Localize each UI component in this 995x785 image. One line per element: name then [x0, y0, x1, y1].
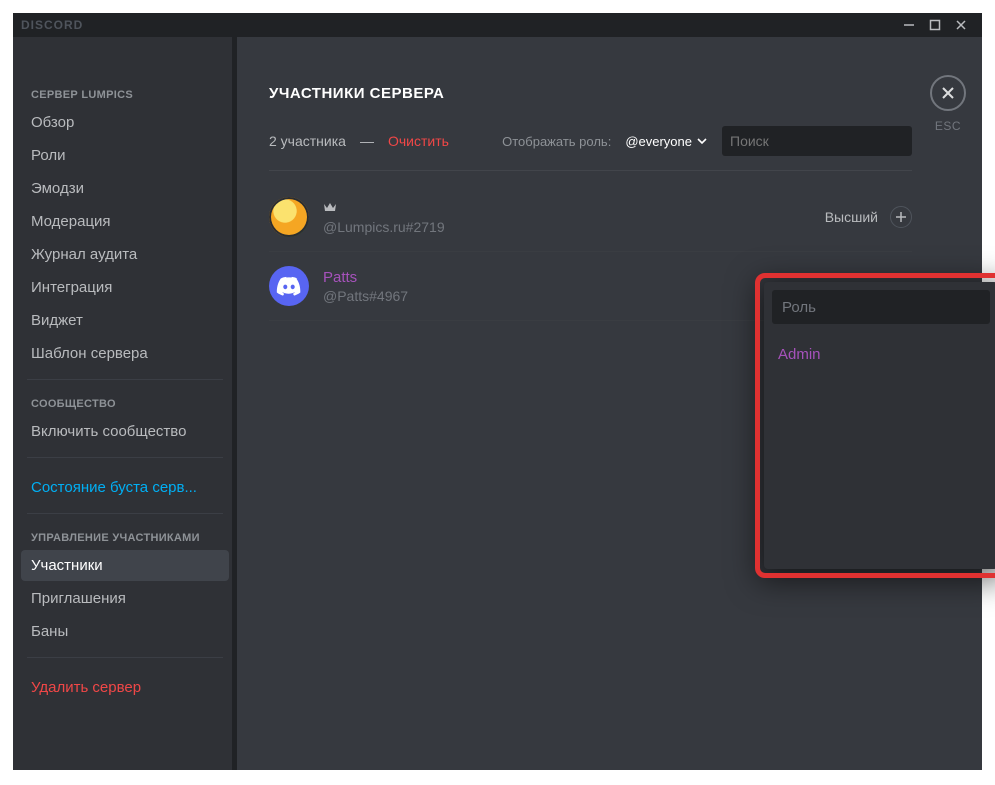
settings-content: УЧАСТНИКИ СЕРВЕРА 2 участника — Очистить…: [237, 37, 982, 770]
add-role-button[interactable]: [890, 206, 912, 228]
member-search[interactable]: [722, 126, 912, 156]
sidebar-item-enable-community[interactable]: Включить сообщество: [21, 416, 229, 447]
role-popout: Admin: [764, 282, 995, 569]
avatar: [269, 197, 309, 237]
role-popout-search-input[interactable]: [782, 299, 981, 316]
avatar: [269, 266, 309, 306]
sidebar-item-roles[interactable]: Роли: [21, 140, 229, 171]
sidebar-item-widget[interactable]: Виджет: [21, 305, 229, 336]
esc-label: ESC: [935, 119, 961, 133]
page-title: УЧАСТНИКИ СЕРВЕРА: [269, 85, 912, 102]
window-close-button[interactable]: [948, 15, 974, 35]
sidebar-item-boost-status[interactable]: Состояние буста серв...: [21, 472, 229, 503]
server-owner-crown-icon: [323, 200, 337, 217]
role-option-admin[interactable]: Admin: [764, 338, 995, 371]
member-count: 2 участника: [269, 133, 346, 149]
sidebar-item-emoji[interactable]: Эмодзи: [21, 173, 229, 204]
sidebar-item-integrations[interactable]: Интеграция: [21, 272, 229, 303]
member-display-name: Patts: [323, 269, 357, 286]
sidebar-item-invites[interactable]: Приглашения: [21, 583, 229, 614]
role-filter-label: Отображать роль:: [502, 134, 611, 149]
annotation-highlight: Admin: [755, 273, 995, 578]
role-popout-list: Admin: [764, 332, 995, 569]
sidebar-header-server: СЕРВЕР LUMPICS: [21, 85, 229, 107]
role-filter-dropdown[interactable]: @everyone: [625, 134, 708, 149]
plus-icon: [895, 211, 907, 223]
window-minimize-button[interactable]: [896, 15, 922, 35]
member-search-input[interactable]: [730, 133, 911, 149]
window-maximize-button[interactable]: [922, 15, 948, 35]
settings-sidebar: СЕРВЕР LUMPICS Обзор Роли Эмодзи Модерац…: [13, 37, 237, 770]
member-tag: @Lumpics.ru#2719: [323, 219, 543, 235]
sidebar-header-community: СООБЩЕСТВО: [21, 394, 229, 416]
prune-link[interactable]: Очистить: [388, 133, 449, 149]
sidebar-item-members[interactable]: Участники: [21, 550, 229, 581]
brand-wordmark: DISCORD: [21, 18, 83, 32]
close-icon: [940, 85, 956, 101]
close-button[interactable]: [930, 75, 966, 111]
member-tag: @Patts#4967: [323, 288, 543, 304]
titlebar: DISCORD: [13, 13, 982, 37]
sidebar-item-server-template[interactable]: Шаблон сервера: [21, 338, 229, 369]
sidebar-item-audit-log[interactable]: Журнал аудита: [21, 239, 229, 270]
sidebar-item-moderation[interactable]: Модерация: [21, 206, 229, 237]
member-row[interactable]: @Lumpics.ru#2719 Высший: [269, 183, 912, 252]
role-popout-search[interactable]: [772, 290, 990, 324]
app-window: DISCORD СЕРВЕР LUMPICS Обзор Роли Эмодзи…: [13, 13, 982, 770]
highest-role-label: Высший: [825, 209, 878, 225]
close-settings: ESC: [930, 75, 966, 133]
sidebar-item-overview[interactable]: Обзор: [21, 107, 229, 138]
members-toolbar: 2 участника — Очистить Отображать роль: …: [269, 126, 912, 156]
sidebar-item-bans[interactable]: Баны: [21, 616, 229, 647]
sidebar-item-delete-server[interactable]: Удалить сервер: [21, 672, 229, 703]
sidebar-header-user-management: УПРАВЛЕНИЕ УЧАСТНИКАМИ: [21, 528, 229, 550]
chevron-down-icon: [696, 135, 708, 147]
discord-logo-icon: [276, 276, 302, 296]
